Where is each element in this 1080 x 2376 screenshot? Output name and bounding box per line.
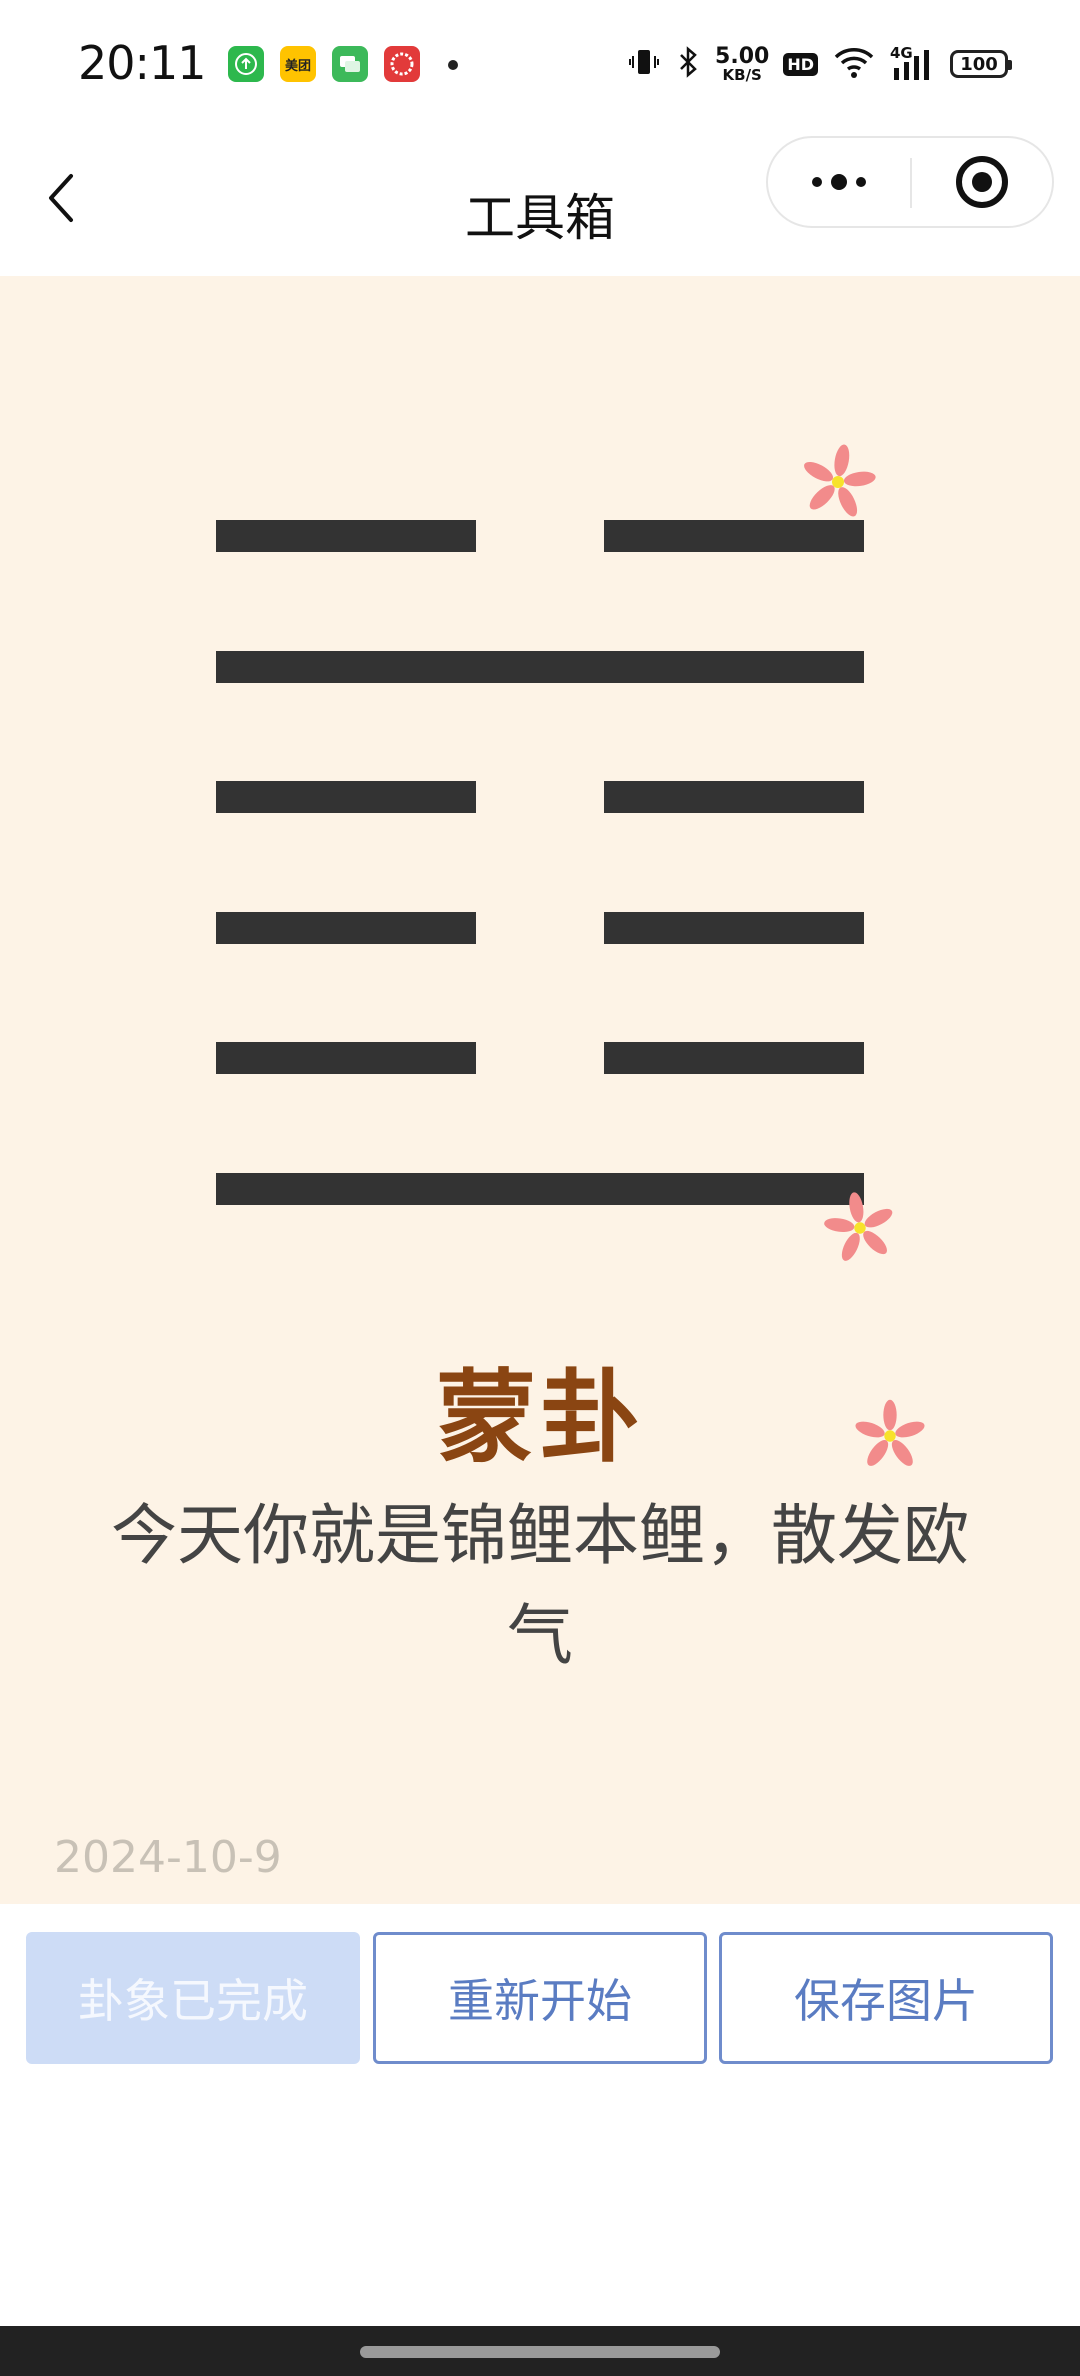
- hexagram-done-button[interactable]: 卦象已完成: [26, 1932, 360, 2064]
- yin-line-left-segment: [216, 1042, 476, 1074]
- nav-bar: 工具箱: [0, 130, 1080, 276]
- hexagram-date: 2024-10-9: [54, 1832, 282, 1883]
- meituan-label: 美团: [284, 58, 311, 74]
- flower-decoration-top-icon: [804, 444, 876, 517]
- status-right-group: 5.00 KB/S HD 4G 100: [627, 40, 1012, 88]
- message-app-icon: [332, 46, 368, 82]
- network-speed: 5.00 KB/S: [715, 43, 770, 84]
- save-image-button[interactable]: 保存图片: [719, 1932, 1053, 2064]
- yin-line-right-segment: [604, 912, 864, 944]
- hexagram-description: 今天你就是锦鲤本鲤，散发欧气: [111, 1497, 969, 1674]
- hexagram-card: 蒙卦 今天你就是锦鲤本鲤，散发欧气 2024-10-9: [0, 276, 1080, 1904]
- yin-line-left-segment: [216, 781, 476, 813]
- yin-line-right-segment: [604, 781, 864, 813]
- yang-line: [216, 651, 864, 683]
- target-close-icon: [956, 156, 1008, 208]
- yin-line-right-segment: [604, 1042, 864, 1074]
- yin-line-right-segment: [604, 520, 864, 552]
- net-speed-value: 5.00: [715, 43, 770, 69]
- more-notifications-dot: [448, 60, 458, 70]
- yin-line-left-segment: [216, 520, 476, 552]
- net-speed-unit: KB/S: [722, 65, 762, 84]
- up-arrow-app-icon: [228, 46, 264, 82]
- hd-badge: HD: [783, 52, 818, 76]
- yin-line-left-segment: [216, 912, 476, 944]
- yang-line: [216, 1173, 864, 1205]
- status-time: 20:11: [78, 36, 207, 90]
- bluetooth-icon: [675, 45, 701, 83]
- battery-level: 100: [960, 53, 998, 75]
- cellular-signal-icon: 4G: [890, 44, 936, 82]
- close-miniprogram-button[interactable]: [912, 138, 1052, 226]
- restart-button[interactable]: 重新开始: [373, 1932, 707, 2064]
- flower-decoration-middle-icon: [824, 1192, 893, 1261]
- system-gesture-bar: [0, 2326, 1080, 2376]
- more-button[interactable]: [768, 138, 910, 226]
- hexagram-name: 蒙卦: [436, 1359, 644, 1476]
- battery-icon: 100: [950, 50, 1012, 78]
- status-bar: 20:11 美团 5.00 KB/S HD 4G 100: [0, 0, 1080, 130]
- more-dots-icon: [812, 174, 866, 190]
- meituan-icon: 美团: [280, 46, 316, 82]
- vibrate-icon: [627, 45, 661, 83]
- miniprogram-capsule: [766, 136, 1054, 228]
- red-app-icon: [384, 46, 420, 82]
- wifi-icon: [832, 45, 876, 83]
- home-indicator[interactable]: [360, 2346, 720, 2358]
